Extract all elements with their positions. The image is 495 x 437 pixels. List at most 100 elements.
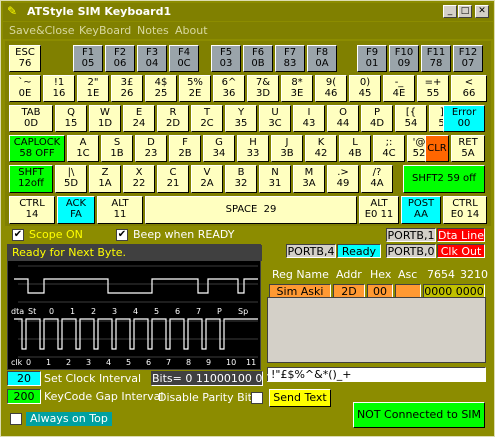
send-text-button[interactable]: Send Text	[269, 389, 331, 407]
key-tab[interactable]: TAB 0D	[9, 105, 53, 132]
key-m[interactable]: M 3A	[293, 165, 325, 193]
key-sym12[interactable]: =+ 55	[417, 75, 449, 102]
key-alt[interactable]: ALT E0 11	[359, 196, 399, 224]
key-2[interactable]: 2" 1E	[77, 75, 109, 102]
maximize-button[interactable]: □	[458, 5, 472, 18]
key-clr[interactable]: CLR	[425, 135, 449, 162]
menu-save-close[interactable]: Save&Close	[9, 23, 75, 38]
key-f11[interactable]: F11 78	[421, 45, 451, 72]
asc-header: Asc	[398, 268, 418, 281]
key-f[interactable]: F 2B	[169, 135, 201, 162]
clk-tick: 1	[46, 358, 52, 367]
bits-low-header: 3210	[460, 268, 488, 281]
send-text-input[interactable]: !"£$%^&*()_+	[267, 367, 486, 382]
key-w[interactable]: W 1D	[89, 105, 121, 132]
key-sym10[interactable]: ;: 4C	[373, 135, 405, 162]
minimize-button[interactable]: _	[443, 5, 457, 18]
key-f4[interactable]: F4 0C	[169, 45, 199, 72]
register-list[interactable]	[267, 297, 486, 363]
clk-tick: 7	[166, 358, 172, 367]
key-sym11[interactable]: -_ 4E	[383, 75, 415, 102]
key-r[interactable]: R 2D	[157, 105, 189, 132]
key-sym11[interactable]: /? 4A	[361, 165, 393, 193]
key-0[interactable]: 0) 45	[349, 75, 381, 102]
key-a[interactable]: A 1C	[67, 135, 99, 162]
key-3[interactable]: 3£ 26	[111, 75, 143, 102]
gap-interval-label: KeyCode Gap Interval	[44, 390, 164, 403]
key-u[interactable]: U 3C	[259, 105, 291, 132]
beep-checkbox[interactable]: ✔	[116, 229, 128, 241]
key-alt[interactable]: ALT 11	[97, 196, 143, 224]
key-f9[interactable]: F9 01	[357, 45, 387, 72]
key-shft259off[interactable]: SHFT2 59 off	[403, 165, 485, 193]
sim-connection-status[interactable]: NOT Connected to SIM	[353, 402, 485, 428]
dta-tick: P	[217, 307, 222, 316]
key-9[interactable]: 9(46	[315, 75, 347, 102]
scope-on-checkbox[interactable]: ✔	[12, 229, 24, 241]
key-f3[interactable]: F3 04	[137, 45, 167, 72]
key-j[interactable]: J 3B	[271, 135, 303, 162]
key-sym10[interactable]: .> 49	[327, 165, 359, 193]
key-h[interactable]: H 33	[237, 135, 269, 162]
always-on-top-checkbox[interactable]	[10, 413, 22, 425]
key-s[interactable]: S 1B	[101, 135, 133, 162]
parity-checkbox[interactable]	[251, 392, 263, 404]
main-window: ✎ ATStyle SIM Keyboard1 _ □ ✕ Save&Close…	[0, 0, 495, 437]
key-1[interactable]: !1 16	[43, 75, 75, 102]
key-5[interactable]: 5% 2E	[179, 75, 211, 102]
key-esc[interactable]: ESC 76	[9, 45, 41, 72]
key-d[interactable]: D 23	[135, 135, 167, 162]
key-caplock[interactable]: CAPLOCK 58 OFF	[9, 135, 65, 162]
key-i[interactable]: I 43	[293, 105, 325, 132]
key-post[interactable]: POST AA	[401, 196, 441, 224]
key-8[interactable]: 8* 3E	[281, 75, 313, 102]
key-7[interactable]: 7& 3D	[247, 75, 279, 102]
key-shft[interactable]: SHFT 12off	[9, 165, 53, 193]
key-ctrl[interactable]: CTRL 14	[9, 196, 55, 224]
key-e[interactable]: E 24	[123, 105, 155, 132]
key-c[interactable]: C 21	[157, 165, 189, 193]
key-g[interactable]: G 34	[203, 135, 235, 162]
key-b[interactable]: B 32	[225, 165, 257, 193]
key-p[interactable]: P 4D	[361, 105, 393, 132]
key-f5[interactable]: F5 03	[211, 45, 241, 72]
key-n[interactable]: N 31	[259, 165, 291, 193]
key-sym0[interactable]: `~ 0E	[9, 75, 41, 102]
key-f12[interactable]: F12 07	[453, 45, 483, 72]
key-ret[interactable]: RET 5A	[451, 135, 485, 162]
key-f10[interactable]: F10 09	[389, 45, 419, 72]
key-l[interactable]: L 4B	[339, 135, 371, 162]
key-sym11[interactable]: [{54	[395, 105, 427, 132]
clk-axis-label: clk	[11, 358, 23, 367]
key-q[interactable]: Q 15	[55, 105, 87, 132]
menu-notes[interactable]: Notes	[137, 23, 169, 38]
clk-tick: 11	[246, 358, 257, 367]
key-6[interactable]: 6^ 36	[213, 75, 245, 102]
clock-interval-input[interactable]: 20	[7, 371, 41, 386]
key-f6[interactable]: F6 0B	[243, 45, 273, 72]
key-t[interactable]: T 2C	[191, 105, 223, 132]
gap-interval-input[interactable]: 200	[7, 389, 41, 404]
key-f2[interactable]: F2 06	[105, 45, 135, 72]
close-button[interactable]: ✕	[475, 5, 489, 18]
menu-about[interactable]: About	[175, 23, 208, 38]
key-ack[interactable]: ACK FA	[57, 196, 95, 224]
key-error[interactable]: Error 00	[443, 105, 485, 132]
key-4[interactable]: 4$ 25	[145, 75, 177, 102]
key-f8[interactable]: F8 0A	[307, 45, 337, 72]
key-space29[interactable]: SPACE 29	[145, 196, 357, 224]
dta-tick: St	[28, 307, 37, 316]
key-y[interactable]: Y 35	[225, 105, 257, 132]
key-z[interactable]: Z 1A	[89, 165, 121, 193]
key-ctrl[interactable]: CTRL E0 14	[443, 196, 487, 224]
key-x[interactable]: X 22	[123, 165, 155, 193]
key-f7[interactable]: F7 83	[275, 45, 305, 72]
key-sym13[interactable]: <66	[451, 75, 487, 102]
key-k[interactable]: K 42	[305, 135, 337, 162]
dta-tick: 4	[133, 307, 139, 316]
key-v[interactable]: V 2A	[191, 165, 223, 193]
menu-keyboard[interactable]: KeyBoard	[79, 23, 131, 38]
key-o[interactable]: O 44	[327, 105, 359, 132]
key-f1[interactable]: F1 05	[73, 45, 103, 72]
key-sym1[interactable]: |\ 5D	[55, 165, 87, 193]
